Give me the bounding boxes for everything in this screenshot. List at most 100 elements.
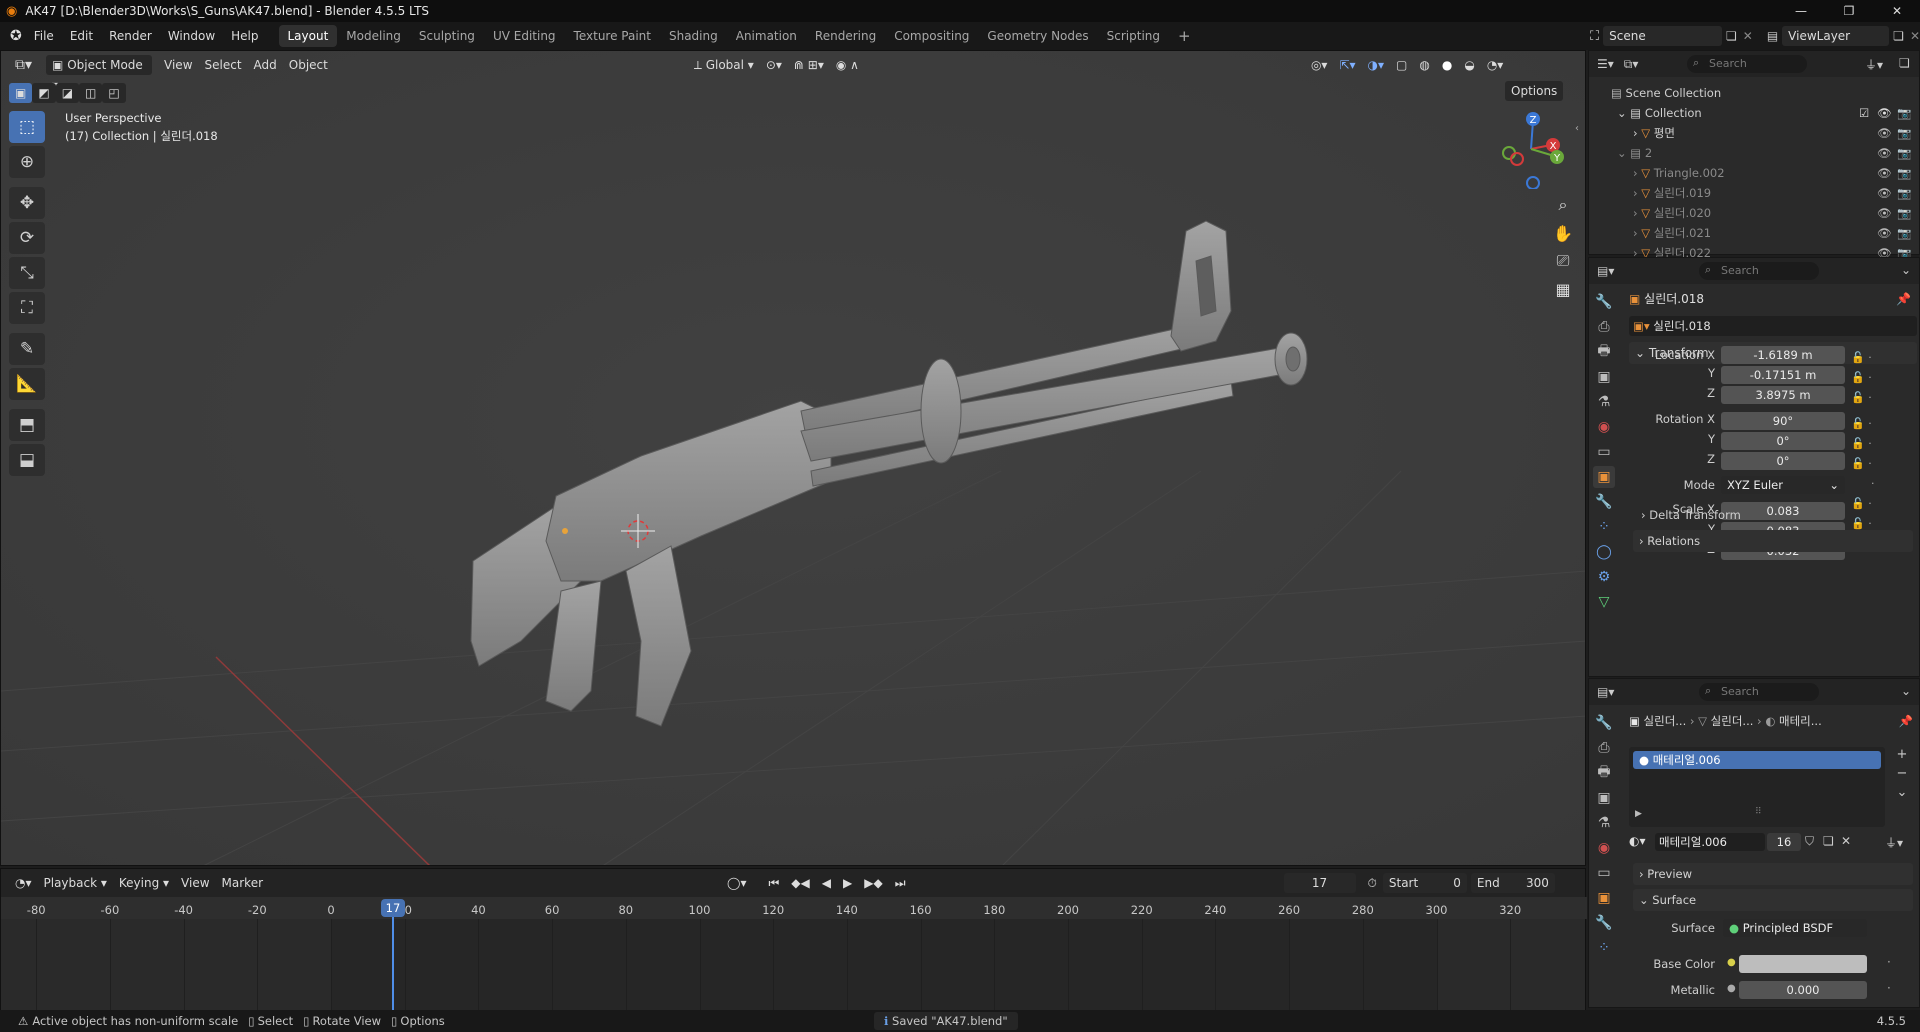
base-color-field[interactable] [1739,955,1867,973]
shading-wireframe-icon[interactable]: ◍ [1413,55,1435,75]
overlay-toggle-icon[interactable]: ◑▾ [1362,55,1391,75]
camera-icon[interactable]: 📷 [1897,203,1911,223]
gizmo-toggle-icon[interactable]: ⇱▾ [1333,55,1361,75]
pin-icon[interactable]: 📌 [1896,288,1911,310]
scale-tool-icon[interactable]: ⤡ [9,257,45,289]
select-new-icon[interactable]: ▣ [9,83,33,103]
rotation-y-field[interactable]: 0° [1721,432,1845,450]
material-users-field[interactable]: 16 [1767,833,1801,851]
camera-icon[interactable]: 📷 [1897,223,1911,243]
camera-icon[interactable]: 📷 [1897,123,1911,143]
lock-icon[interactable]: 🔓 · [1851,494,1911,514]
new-scene-icon[interactable]: ❏ [1726,29,1737,43]
cursor-tool-icon[interactable]: ⊕ [9,146,45,178]
menu-playback[interactable]: Playback ▾ [38,873,113,893]
world-tab-icon[interactable]: ◉ [1593,416,1615,438]
keyframe-dot-icon[interactable]: · [1851,474,1911,494]
menu-select[interactable]: Select [199,55,248,75]
outliner-search-input[interactable]: Search [1687,55,1807,73]
outliner-row[interactable]: › ▽ Triangle.002 👁 📷 [1589,163,1919,183]
snap-icon[interactable]: ⋒ ⊞▾ [788,55,830,75]
tab-layout[interactable]: Layout [278,25,338,47]
timeline-ruler[interactable]: -80-60-40-200204060801001201401601802002… [1,897,1587,919]
remove-slot-icon[interactable]: − [1891,764,1913,783]
pin-icon[interactable]: 📌 [1899,711,1913,731]
outliner-editor-icon[interactable]: ☰▾ [1597,57,1614,71]
surface-section[interactable]: ⌄ Surface [1633,889,1913,911]
collapse-chevron-icon[interactable]: ⌄ [1617,146,1630,160]
preview-section[interactable]: › Preview [1633,863,1913,885]
preview-range-icon[interactable]: ⏱ [1362,873,1383,893]
checkbox-icon[interactable]: ☑ [1859,103,1869,123]
material-name-field[interactable]: 매테리얼.006 [1655,833,1765,851]
filter-icon[interactable]: ⏚▾ [1885,834,1903,851]
render-tab-icon[interactable]: ⎙ [1593,316,1615,338]
view-layer-selector[interactable]: ViewLayer [1782,26,1890,46]
menu-marker[interactable]: Marker [216,873,269,893]
tab-shading[interactable]: Shading [660,25,727,47]
chevron-down-icon[interactable]: ⌄ [1901,263,1911,277]
chevron-down-icon[interactable]: ⌄ [1901,684,1911,698]
transform-tool-icon[interactable]: ⛶ [9,292,45,324]
properties-editor-icon[interactable]: ▤▾ [1597,685,1614,699]
shading-solid-icon[interactable]: ● [1436,55,1458,75]
lock-icon[interactable]: 🔓 · [1851,434,1911,454]
menu-add[interactable]: Add [248,55,283,75]
timeline-editor-icon[interactable]: ◔▾ [9,873,38,893]
duplicate-icon[interactable]: ❏ [1823,834,1834,848]
xray-icon[interactable]: ▢ [1390,55,1413,75]
chevron-down-icon[interactable]: ⌄ [1891,783,1913,802]
particles-tab-icon[interactable]: ⁘ [1593,516,1615,538]
jump-end-icon[interactable]: ⏭ [889,873,912,893]
particles-tab-icon[interactable]: ⁘ [1593,937,1615,959]
add-mesh-tool-icon[interactable]: ⬓ [9,444,45,476]
next-key-icon[interactable]: ▶◆ [858,873,888,893]
outliner-row[interactable]: › ▽ 평면 👁 📷 [1589,123,1919,143]
shading-rendered-icon[interactable]: ◔▾ [1481,55,1510,75]
auto-key-icon[interactable]: ◯▾ [721,873,752,893]
prev-key-icon[interactable]: ◆◀ [785,873,815,893]
select-extend-icon[interactable]: ◩ [32,83,56,103]
tab-texture-paint[interactable]: Texture Paint [565,25,660,47]
eye-icon[interactable]: 👁 [1877,143,1892,163]
surface-shader-field[interactable]: ● Principled BSDF [1723,919,1867,937]
expand-arrow-icon[interactable]: ▶ [1635,809,1642,819]
eye-icon[interactable]: 👁 [1877,103,1892,123]
camera-icon[interactable]: 📷 [1897,143,1911,163]
lock-icon[interactable]: 🔓 · [1851,454,1911,474]
visibility-icon[interactable]: ◎▾ [1305,55,1334,75]
rotation-x-field[interactable]: 90° [1721,412,1845,430]
ortho-grid-icon[interactable]: ▦ [1549,275,1577,303]
physics-tab-icon[interactable]: ◯ [1593,541,1615,563]
output-tab-icon[interactable]: 🖶 [1593,341,1615,363]
tab-uv-editing[interactable]: UV Editing [484,25,565,47]
lock-icon[interactable]: 🔓 · [1851,348,1911,368]
menu-render[interactable]: Render [101,25,160,47]
location-y-field[interactable]: -0.17151 m [1721,366,1845,384]
start-frame-field[interactable]: Start 0 [1382,873,1467,893]
new-view-layer-icon[interactable]: ❏ [1893,29,1904,43]
data-tab-icon[interactable]: ▽ [1593,591,1615,613]
move-tool-icon[interactable]: ✥ [9,187,45,219]
orientation-selector[interactable]: ⟂ Global ▾ [688,55,760,75]
measure-tool-icon[interactable]: 📐 [9,368,45,400]
pan-hand-icon[interactable]: ✋ [1549,219,1577,247]
metallic-field[interactable]: 0.000 [1739,981,1867,999]
modifier-tab-icon[interactable]: 🔧 [1593,912,1615,934]
object-tab-icon[interactable]: ▣ [1593,466,1615,488]
camera-view-icon[interactable]: ⎚ [1549,247,1577,275]
eye-icon[interactable]: 👁 [1877,203,1892,223]
navigation-gizmo[interactable]: Z X Y [1491,109,1571,189]
collection-tab-icon[interactable]: ▭ [1593,441,1615,463]
menu-help[interactable]: Help [223,25,266,47]
camera-icon[interactable]: 📷 [1897,163,1911,183]
select-subtract-icon[interactable]: ◪ [55,83,80,103]
scene-selector[interactable]: Scene [1603,26,1722,46]
mode-selector[interactable]: ▣ Object Mode ▾ [46,55,153,92]
material-browse-icon[interactable]: ◐▾ [1629,834,1646,848]
eye-icon[interactable]: 👁 [1877,223,1892,243]
material-slot-item[interactable]: ● 매테리얼.006 [1633,751,1881,769]
constraints-tab-icon[interactable]: ⚙ [1593,566,1615,588]
object-tab-icon[interactable]: ▣ [1593,887,1615,909]
tab-sculpting[interactable]: Sculpting [410,25,484,47]
